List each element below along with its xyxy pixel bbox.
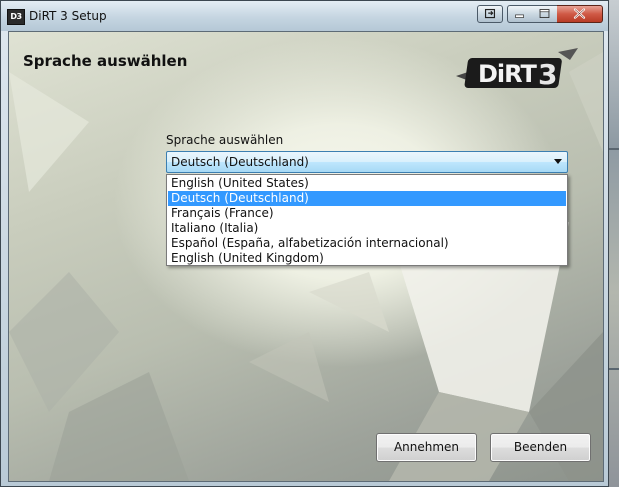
restore-icon	[484, 8, 496, 19]
close-icon	[573, 8, 586, 19]
setup-window: D3 DiRT 3 Setup Sprache auswählen DiRT 3…	[0, 0, 609, 487]
exit-button[interactable]: Beenden	[490, 433, 591, 462]
svg-text:3: 3	[538, 58, 557, 91]
language-option-it-it[interactable]: Italiano (Italia)	[168, 221, 566, 236]
language-option-fr-fr[interactable]: Français (France)	[168, 206, 566, 221]
minimize-button[interactable]	[507, 5, 533, 23]
window-title: DiRT 3 Setup	[29, 9, 107, 23]
restore-icon-button[interactable]	[477, 5, 503, 23]
title-bar[interactable]: D3 DiRT 3 Setup	[1, 1, 608, 31]
page-title: Sprache auswählen	[23, 52, 188, 70]
language-option-en-us[interactable]: English (United States)	[168, 176, 566, 191]
svg-text:DiRT: DiRT	[478, 60, 538, 88]
language-label: Sprache auswählen	[166, 133, 284, 147]
dirt3-app-icon: D3	[7, 9, 25, 25]
maximize-button[interactable]	[532, 5, 558, 23]
background-divider	[609, 368, 619, 370]
language-option-en-gb[interactable]: English (United Kingdom)	[168, 251, 566, 266]
language-option-es-es[interactable]: Español (España, alfabetización internac…	[168, 236, 566, 251]
close-button[interactable]	[557, 5, 603, 23]
dirt3-logo: DiRT 3	[456, 48, 578, 91]
background-divider	[609, 148, 619, 150]
language-dropdown-list: English (United States) Deutsch (Deutsch…	[166, 174, 568, 266]
language-option-de-de[interactable]: Deutsch (Deutschland)	[168, 191, 566, 206]
background-window-edge	[609, 0, 619, 487]
maximize-icon	[539, 9, 550, 18]
language-select-value: Deutsch (Deutschland)	[171, 155, 309, 169]
chevron-down-icon[interactable]	[554, 159, 562, 164]
accept-button[interactable]: Annehmen	[376, 433, 477, 462]
minimize-icon	[515, 14, 524, 18]
setup-content: Sprache auswählen DiRT 3 Sprache auswähl…	[8, 31, 604, 482]
language-select[interactable]: Deutsch (Deutschland)	[166, 151, 568, 173]
